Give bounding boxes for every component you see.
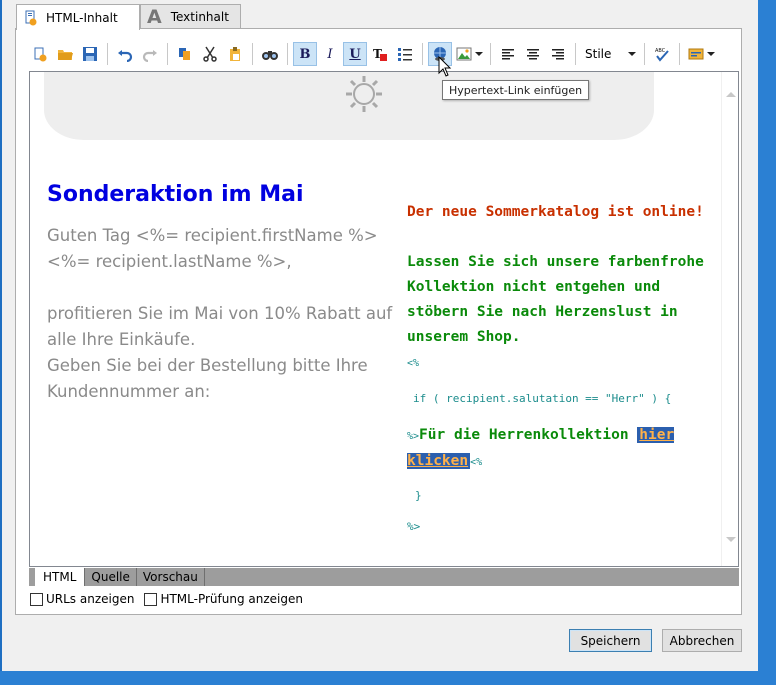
personalization-icon (688, 48, 704, 60)
chevron-down-icon (628, 52, 637, 56)
customer-number-text: Geben Sie bei der Bestellung bitte Ihre … (47, 356, 368, 401)
code-brace: } (415, 489, 422, 502)
collection-body: Lassen Sie sich unsere farbenfrohe Kolle… (407, 254, 704, 345)
html-editor-area[interactable]: Sonderaktion im Mai Guten Tag <%= recipi… (29, 71, 739, 567)
checkbox-box[interactable] (30, 592, 43, 606)
window-border-bottom (0, 671, 776, 685)
align-center-icon[interactable] (521, 42, 545, 66)
toolbar-separator (287, 43, 288, 65)
find-binoculars-icon[interactable] (258, 42, 282, 66)
paste-icon[interactable] (223, 42, 247, 66)
chevron-down-icon (474, 52, 483, 56)
window-border-right (758, 0, 776, 685)
html-document-icon (23, 10, 39, 26)
svg-text:ABC: ABC (655, 48, 666, 54)
underline-label: U (349, 46, 361, 62)
undo-icon[interactable] (113, 42, 137, 66)
dialog-client: HTML-Inhalt A Textinhalt B I U T Stile A… (2, 0, 758, 671)
personalization-dropdown[interactable] (685, 42, 717, 66)
herren-line: %>Für die Herrenkollektion hier klicken <… (407, 423, 707, 475)
collection-text: Lassen Sie sich unsere farbenfrohe Kolle… (407, 250, 707, 376)
tab-preview-view[interactable]: Vorschau (137, 568, 205, 586)
tab-html-label: HTML-Inhalt (46, 10, 118, 25)
chevron-down-icon (706, 52, 715, 56)
text-color-icon[interactable]: T (368, 42, 392, 66)
scroll-up-icon[interactable] (726, 92, 736, 97)
left-column: Sonderaktion im Mai Guten Tag <%= recipi… (47, 182, 397, 405)
insert-image-dropdown[interactable] (453, 42, 485, 66)
right-column: Der neue Sommerkatalog ist online! Lasse… (407, 200, 707, 533)
italic-button[interactable]: I (318, 42, 342, 66)
redo-icon[interactable] (138, 42, 162, 66)
code-close-inline: %> (407, 431, 420, 442)
tab-source-view[interactable]: Quelle (85, 568, 137, 586)
copy-icon[interactable] (173, 42, 197, 66)
editor-options: URLs anzeigen HTML-Prüfung anzeigen (30, 592, 313, 606)
toolbar-separator (252, 43, 253, 65)
toolbar-separator (490, 43, 491, 65)
tab-html-view[interactable]: HTML (35, 568, 86, 586)
underline-button[interactable]: U (343, 42, 367, 66)
editor-scrollbar[interactable] (721, 72, 738, 566)
hyperlink-tooltip: Hypertext-Link einfügen (442, 80, 590, 100)
discount-text: profitieren Sie im Mai von 10% Rabatt au… (47, 304, 393, 349)
save-button-label: Speichern (580, 633, 641, 648)
herren-text: Für die Herrenkollektion (419, 427, 638, 443)
bold-label: B (299, 46, 311, 62)
image-icon (456, 47, 471, 61)
tab-html-content[interactable]: HTML-Inhalt (16, 4, 140, 30)
cancel-button-label: Abbrechen (669, 633, 735, 648)
style-dropdown[interactable]: Stile (581, 42, 640, 66)
spellcheck-icon[interactable]: ABC (650, 42, 674, 66)
italic-label: I (327, 46, 333, 62)
save-button[interactable]: Speichern (569, 629, 652, 652)
greeting-text: Guten Tag <%= recipient.firstName %> <%=… (47, 226, 378, 271)
open-folder-icon[interactable] (53, 42, 77, 66)
toolbar-separator (167, 43, 168, 65)
show-urls-checkbox[interactable]: URLs anzeigen (30, 592, 134, 606)
mouse-cursor-icon (438, 56, 452, 77)
scroll-down-icon[interactable] (726, 537, 736, 542)
text-format-icon: A (147, 6, 162, 28)
toolbar-separator (422, 43, 423, 65)
bullet-list-icon[interactable] (393, 42, 417, 66)
html-check-label: HTML-Prüfung anzeigen (160, 592, 303, 606)
style-dropdown-label: Stile (585, 47, 612, 61)
sun-icon (346, 76, 382, 112)
code-open-tag: <% (407, 358, 420, 369)
code-close-tag: %> (407, 520, 421, 533)
code-if-statement: if ( recipient.salutation == "Herr" ) { (413, 392, 672, 405)
html-check-checkbox[interactable]: HTML-Prüfung anzeigen (144, 592, 303, 606)
toolbar-separator (644, 43, 646, 65)
toolbar-separator (107, 43, 108, 65)
view-mode-tabs: HTML Quelle Vorschau (29, 568, 739, 586)
toolbar-separator (575, 43, 576, 65)
save-icon[interactable] (78, 42, 102, 66)
cut-icon[interactable] (198, 42, 222, 66)
bold-button[interactable]: B (293, 42, 317, 66)
checkbox-box[interactable] (144, 592, 158, 606)
cancel-button[interactable]: Abbrechen (662, 629, 742, 652)
toolbar-separator (679, 43, 681, 65)
catalog-text: Der neue Sommerkatalog ist online! (407, 204, 704, 220)
tab-text-content[interactable]: A Textinhalt (140, 4, 241, 29)
headline: Sonderaktion im Mai (47, 182, 304, 207)
code-open-tag-2: <% (470, 457, 483, 468)
new-document-icon[interactable] (28, 42, 52, 66)
align-left-icon[interactable] (496, 42, 520, 66)
tab-text-label: Textinhalt (170, 10, 229, 24)
show-urls-label: URLs anzeigen (46, 592, 135, 606)
editor-toolbar: B I U T Stile ABC (28, 39, 726, 69)
align-right-icon[interactable] (546, 42, 570, 66)
